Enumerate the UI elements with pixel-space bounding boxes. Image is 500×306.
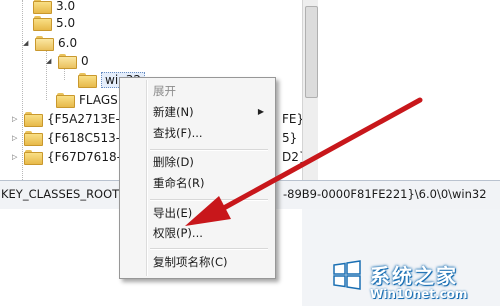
tree-node-6-0[interactable]: 6.0 [23, 33, 77, 53]
folder-icon [24, 150, 43, 165]
expanded-triangle-icon[interactable] [23, 40, 30, 47]
context-menu: 展开 新建(N) ▶ 查找(F)... 删除(D) 重命名(R) 导出(E) 权… [119, 77, 276, 279]
watermark: 系统之家 Win10net.com [326, 254, 500, 306]
tree-node-label-tail: FE} [282, 112, 302, 126]
menu-item-label: 查找(F)... [153, 126, 203, 140]
watermark-url: Win10net.com [370, 287, 468, 301]
menu-item-export[interactable]: 导出(E) [123, 203, 270, 223]
menu-item-new[interactable]: 新建(N) ▶ [123, 102, 270, 122]
tree-node-label-tail: D2} [282, 150, 302, 164]
windows-logo-icon [333, 260, 361, 290]
menu-item-find[interactable]: 查找(F)... [123, 123, 270, 143]
menu-item-permissions[interactable]: 权限(P)... [123, 223, 270, 243]
tree-node-label-tail: 5} [282, 131, 298, 145]
tree-node-5-0[interactable]: 5.0 [33, 13, 75, 33]
tree-node-f67d7618[interactable]: {F67D7618-27 [12, 147, 136, 167]
menu-separator [150, 248, 268, 250]
tree-node-label: 6.0 [58, 36, 78, 50]
folder-icon [33, 0, 52, 14]
folder-icon [33, 16, 52, 31]
menu-item-label: 导出(E) [153, 206, 193, 220]
folder-icon [78, 73, 97, 88]
menu-item-delete[interactable]: 删除(D) [123, 152, 270, 172]
menu-separator [150, 199, 268, 201]
values-pane [318, 0, 500, 180]
watermark-title: 系统之家 [370, 264, 458, 288]
scrollbar-thumb[interactable] [305, 6, 318, 98]
menu-item-label: 权限(P)... [153, 226, 203, 240]
collapsed-triangle-icon[interactable] [12, 116, 19, 123]
folder-icon [56, 93, 75, 108]
tree-node-flags[interactable]: FLAGS [56, 90, 118, 110]
tree-node-0[interactable]: 0 [46, 51, 89, 71]
collapsed-triangle-icon[interactable] [12, 154, 19, 161]
menu-item-expand[interactable]: 展开 [123, 81, 270, 101]
menu-separator [150, 149, 268, 151]
menu-item-label: 新建(N) [153, 105, 194, 119]
tree-node-f5a2713e[interactable]: {F5A2713E-FA [12, 109, 134, 129]
menu-item-label: 复制项名称(C) [153, 255, 228, 269]
tree-vertical-scrollbar[interactable] [302, 0, 319, 180]
folder-icon [24, 112, 43, 127]
menu-item-rename[interactable]: 重命名(R) [123, 173, 270, 193]
tree-node-f618c513[interactable]: {F618C513-DF [12, 128, 136, 148]
status-path-start: KEY_CLASSES_ROOT\Ty [1, 187, 136, 201]
menu-item-label: 删除(D) [153, 155, 194, 169]
tree-node-label: FLAGS [79, 93, 118, 107]
menu-item-label: 展开 [153, 84, 176, 98]
folder-open-icon [35, 36, 54, 51]
tree-node-label: 3.0 [56, 0, 76, 13]
folder-open-icon [58, 54, 77, 69]
folder-icon [24, 131, 43, 146]
tree-node-label: 0 [81, 54, 89, 68]
status-path-end: -89B9-0000F81FE221}\6.0\0\win32 [283, 187, 487, 201]
expanded-triangle-icon[interactable] [46, 58, 53, 65]
menu-item-copy-key-name[interactable]: 复制项名称(C) [123, 252, 270, 272]
menu-item-label: 重命名(R) [153, 176, 205, 190]
submenu-arrow-icon: ▶ [257, 107, 264, 116]
collapsed-triangle-icon[interactable] [12, 135, 19, 142]
tree-node-label: 5.0 [56, 16, 76, 30]
